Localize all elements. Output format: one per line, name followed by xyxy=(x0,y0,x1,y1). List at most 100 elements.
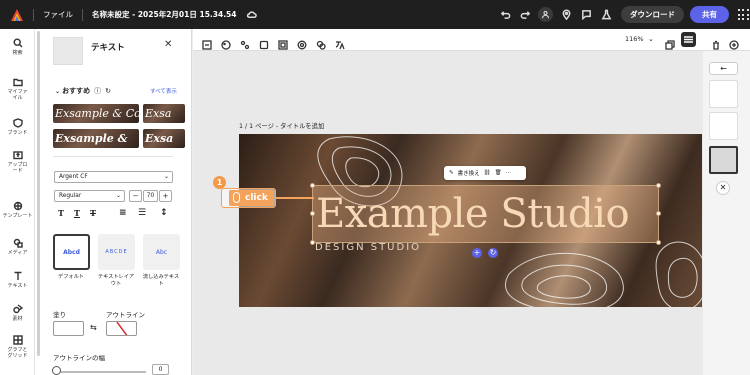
panel-scrollbar[interactable] xyxy=(37,31,40,356)
page-thumbnail[interactable] xyxy=(709,112,738,140)
flask-icon[interactable] xyxy=(599,8,613,22)
fill-label: 塗り xyxy=(53,311,66,319)
page-thumbnail[interactable] xyxy=(709,80,738,108)
align-icon[interactable]: ≡ xyxy=(119,208,127,218)
add-icon[interactable]: + xyxy=(472,248,482,258)
show-all-link[interactable]: すべて表示 xyxy=(150,87,177,95)
text-style-tile[interactable]: Exsa xyxy=(143,129,185,148)
font-family-select[interactable]: Argent CF ⌄ xyxy=(54,171,173,183)
location-pin-icon[interactable] xyxy=(559,8,573,22)
text-style-tile[interactable]: Exsa xyxy=(143,104,185,123)
more-icon[interactable]: ⋯ xyxy=(506,170,512,176)
resize-handle[interactable] xyxy=(310,211,315,216)
close-icon[interactable]: ✕ xyxy=(716,181,730,195)
info-icon[interactable]: ⓘ xyxy=(94,87,101,95)
page-label[interactable]: 1 / 1 ページ - タイトルを追加 xyxy=(239,121,324,130)
outline-width-input[interactable]: 0 xyxy=(152,364,169,375)
trash-icon[interactable] xyxy=(711,35,721,50)
folder-icon xyxy=(12,78,23,87)
refresh-icon[interactable]: ↻ xyxy=(105,87,111,95)
outline-color-swatch[interactable] xyxy=(106,321,137,336)
rail-label: メディア xyxy=(7,250,28,256)
text-context-menu: ✎ 書き換え ⛓ 🗑 ⋯ xyxy=(444,166,526,180)
font-size-increase-button[interactable]: + xyxy=(159,190,172,202)
adobe-express-logo[interactable] xyxy=(10,8,24,22)
zoom-level[interactable]: 116% xyxy=(625,35,644,43)
resize-handle[interactable] xyxy=(656,183,661,188)
resize-icon[interactable] xyxy=(202,35,212,50)
rail-item-elements[interactable]: 素材 xyxy=(0,304,35,322)
invite-user-icon[interactable] xyxy=(538,7,553,22)
format-card-label: 流し込みテキスト xyxy=(142,274,180,287)
effects-icon[interactable] xyxy=(240,35,250,50)
headline-text[interactable]: Example Studio xyxy=(316,186,630,242)
rail-item-media[interactable]: メディア xyxy=(0,238,35,256)
recommended-header[interactable]: ⌄ おすすめ ⓘ ↻ xyxy=(55,86,111,96)
trash-icon[interactable]: 🗑 xyxy=(495,170,502,176)
resize-handle[interactable] xyxy=(310,240,315,245)
document-title[interactable]: 名称未設定 - 2025年2月01日 15.34.54 xyxy=(92,9,236,20)
rewrite-icon[interactable]: ✎ xyxy=(449,170,454,176)
rail-item-grid[interactable]: グラフとグリッド xyxy=(0,335,35,359)
animation-icon[interactable] xyxy=(297,35,307,50)
rail-item-upload[interactable]: アップロード xyxy=(0,150,35,174)
undo-icon[interactable] xyxy=(498,8,512,22)
rotate-icon[interactable]: ↻ xyxy=(488,248,498,258)
format-card-layout[interactable]: ABCDE xyxy=(98,234,135,270)
add-page-icon[interactable] xyxy=(729,35,739,50)
resize-handle[interactable] xyxy=(656,240,661,245)
rewrite-button[interactable]: 書き換え xyxy=(458,169,480,177)
swap-icon[interactable]: ⇆ xyxy=(90,323,97,332)
font-size-input[interactable]: 70 xyxy=(143,190,158,202)
strikethrough-icon[interactable]: T xyxy=(90,208,96,218)
copy-icon[interactable] xyxy=(665,35,675,50)
resize-handle[interactable] xyxy=(310,183,315,188)
outline-label: アウトライン xyxy=(106,311,145,319)
text-style-icon[interactable]: T xyxy=(58,208,64,218)
divider xyxy=(82,8,83,21)
text-style-tile[interactable]: Exsample & xyxy=(53,129,139,148)
resize-handle[interactable] xyxy=(656,211,661,216)
file-menu[interactable]: ファイル xyxy=(43,9,73,20)
subheadline-text[interactable]: DESIGN STUDIO xyxy=(315,242,421,253)
back-arrow-icon[interactable]: ← xyxy=(709,62,738,75)
comment-icon[interactable] xyxy=(579,8,593,22)
slider-handle[interactable] xyxy=(52,366,61,375)
media-icon xyxy=(13,238,23,248)
rail-item-brand[interactable]: ブランド xyxy=(0,118,35,136)
rail-item-text[interactable]: テキスト xyxy=(0,271,35,289)
chevron-down-icon[interactable]: ⌄ xyxy=(648,35,658,45)
format-preview: ABCDE xyxy=(105,249,128,255)
underline-icon[interactable]: T xyxy=(74,208,80,218)
page-thumbnail-active[interactable] xyxy=(709,146,738,174)
shape-icon[interactable] xyxy=(259,35,269,50)
rail-item-my-files[interactable]: マイファイル xyxy=(0,77,35,101)
format-card-label: デフォルト xyxy=(58,274,84,280)
redo-icon[interactable] xyxy=(518,8,532,22)
grid-icon xyxy=(12,335,23,345)
rail-item-templates[interactable]: テンプレート xyxy=(0,201,35,219)
share-button[interactable]: 共有 xyxy=(690,6,729,23)
font-weight-select[interactable]: Regular ⌄ xyxy=(54,190,125,202)
format-card-flow[interactable]: Abc xyxy=(143,234,180,270)
fill-color-swatch[interactable] xyxy=(53,321,84,336)
group-icon[interactable] xyxy=(316,35,326,50)
frame-icon[interactable] xyxy=(278,35,288,50)
format-card-default[interactable]: Abcd xyxy=(53,234,90,270)
layers-button[interactable] xyxy=(681,32,696,47)
chevron-down-icon: ⌄ xyxy=(163,173,169,180)
download-button[interactable]: ダウンロード xyxy=(621,6,684,23)
list-icon[interactable]: ☰ xyxy=(138,208,146,218)
translate-icon[interactable] xyxy=(335,35,345,50)
font-size-decrease-button[interactable]: − xyxy=(129,190,142,202)
palette-icon[interactable] xyxy=(221,35,231,50)
link-icon[interactable]: ⛓ xyxy=(484,170,491,176)
rail-label: 素材 xyxy=(12,316,23,322)
text-style-tile[interactable]: Exsample & Co xyxy=(53,104,139,123)
outline-width-slider[interactable] xyxy=(56,371,146,373)
layers-icon xyxy=(684,36,693,43)
close-icon[interactable]: ✕ xyxy=(164,39,172,50)
apps-grid-icon[interactable] xyxy=(736,8,750,22)
line-spacing-icon[interactable]: ↕ xyxy=(160,208,168,218)
rail-item-search[interactable]: 検索 xyxy=(0,38,35,56)
